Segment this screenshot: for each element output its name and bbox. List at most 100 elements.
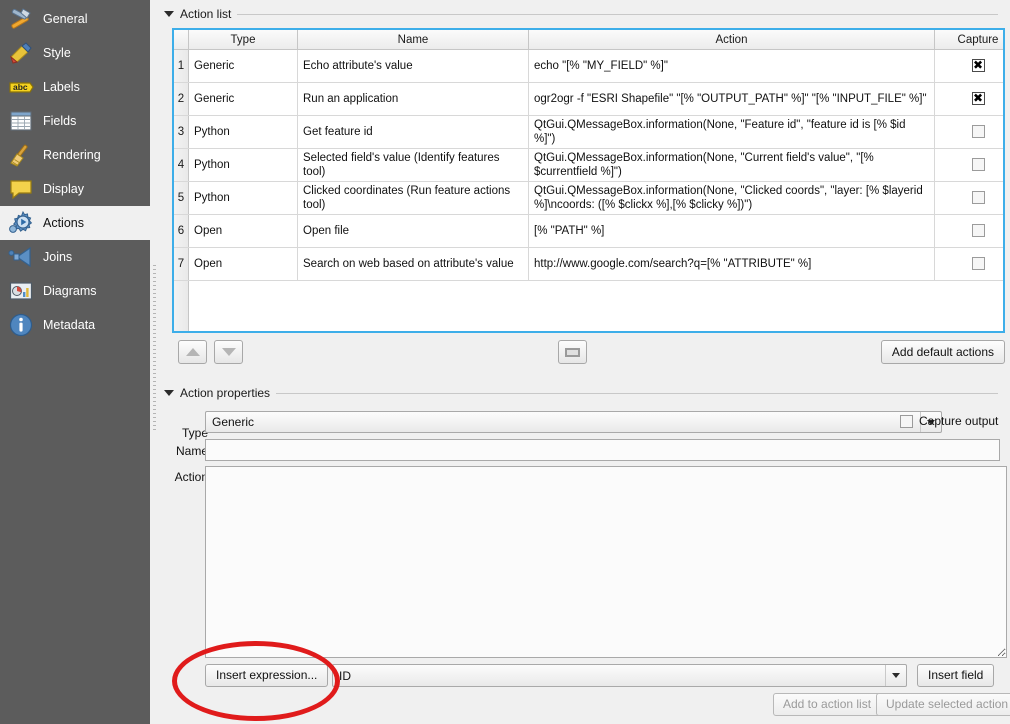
cell-name: Search on web based on attribute's value bbox=[297, 247, 529, 281]
chevron-down-icon[interactable] bbox=[885, 665, 906, 686]
table-row[interactable]: 4 Python Selected field's value (Identif… bbox=[174, 148, 1003, 182]
cell-name: Selected field's value (Identify feature… bbox=[297, 148, 529, 182]
action-label: Action bbox=[174, 470, 208, 484]
column-header-index bbox=[174, 30, 189, 50]
table-row[interactable]: 1 Generic Echo attribute's value echo "[… bbox=[174, 49, 1003, 83]
cell-type: Python bbox=[188, 148, 298, 182]
table-row[interactable]: 2 Generic Run an application ogr2ogr -f … bbox=[174, 82, 1003, 116]
capture-output-checkbox[interactable] bbox=[900, 414, 913, 428]
hammer-icon bbox=[11, 8, 31, 29]
name-input[interactable] bbox=[205, 439, 1000, 461]
sidebar-item-style[interactable]: Style bbox=[0, 36, 150, 70]
cell-capture[interactable] bbox=[934, 181, 1003, 215]
row-index: 5 bbox=[174, 181, 189, 215]
cell-capture[interactable] bbox=[934, 247, 1003, 281]
cell-name: Echo attribute's value bbox=[297, 49, 529, 83]
sidebar-item-label: Style bbox=[43, 46, 71, 60]
capture-checkbox[interactable] bbox=[971, 91, 985, 106]
capture-output-row[interactable]: Capture output bbox=[900, 414, 998, 428]
cell-name: Clicked coordinates (Run feature actions… bbox=[297, 181, 529, 215]
sidebar-item-label: Actions bbox=[43, 216, 84, 230]
table-row[interactable]: 3 Python Get feature id QtGui.QMessageBo… bbox=[174, 115, 1003, 149]
move-down-button[interactable] bbox=[214, 340, 243, 364]
sidebar-item-labels[interactable]: abc Labels bbox=[0, 70, 150, 104]
speech-bubble-icon bbox=[10, 180, 32, 200]
cell-action: ogr2ogr -f "ESRI Shapefile" "[% "OUTPUT_… bbox=[528, 82, 935, 116]
update-selected-action-button[interactable]: Update selected action bbox=[876, 693, 1010, 716]
cell-capture[interactable] bbox=[934, 82, 1003, 116]
cell-name: Get feature id bbox=[297, 115, 529, 149]
cell-type: Python bbox=[188, 115, 298, 149]
sidebar-item-label: Rendering bbox=[43, 148, 101, 162]
cell-capture[interactable] bbox=[934, 49, 1003, 83]
sidebar-item-fields[interactable]: Fields bbox=[0, 104, 150, 138]
group-divider bbox=[237, 13, 998, 15]
type-select[interactable]: Generic bbox=[205, 411, 942, 433]
field-select[interactable]: ID bbox=[332, 664, 907, 687]
sidebar-item-display[interactable]: Display bbox=[0, 172, 150, 206]
sidebar-item-label: Fields bbox=[43, 114, 77, 128]
table-row[interactable]: 5 Python Clicked coordinates (Run featur… bbox=[174, 181, 1003, 215]
cell-capture[interactable] bbox=[934, 214, 1003, 248]
column-header-name[interactable]: Name bbox=[297, 30, 529, 50]
table-row[interactable]: 6 Open Open file [% "PATH" %] bbox=[174, 214, 1003, 248]
cell-capture[interactable] bbox=[934, 115, 1003, 149]
action-textarea[interactable] bbox=[205, 466, 1007, 658]
cell-name: Run an application bbox=[297, 82, 529, 116]
move-up-icon bbox=[185, 348, 200, 356]
row-index: 7 bbox=[174, 247, 189, 281]
capture-checkbox[interactable] bbox=[971, 224, 985, 238]
row-index: 6 bbox=[174, 214, 189, 248]
insert-field-button[interactable]: Insert field bbox=[917, 664, 995, 687]
sidebar-item-metadata[interactable]: Metadata bbox=[0, 308, 150, 342]
cell-type: Generic bbox=[188, 49, 298, 83]
chart-icon bbox=[9, 282, 33, 300]
insert-expression-button[interactable]: Insert expression... bbox=[205, 664, 329, 687]
sidebar-item-actions[interactable]: Actions bbox=[0, 206, 150, 240]
actions-panel: Action list Type Name Action Capture 1 G… bbox=[160, 0, 1010, 724]
action-list-group-header: Action list bbox=[162, 5, 1010, 23]
capture-checkbox[interactable] bbox=[971, 257, 985, 271]
row-index: 2 bbox=[174, 82, 189, 116]
action-properties-title: Action properties bbox=[180, 386, 271, 400]
sidebar-item-general[interactable]: General bbox=[0, 2, 150, 36]
capture-checkbox[interactable] bbox=[971, 191, 985, 205]
add-default-actions-button[interactable]: Add default actions bbox=[880, 340, 1005, 364]
edit-icon bbox=[565, 347, 580, 357]
table-row[interactable]: 7 Open Search on web based on attribute'… bbox=[174, 247, 1003, 281]
capture-checkbox[interactable] bbox=[971, 125, 985, 139]
sidebar-item-rendering[interactable]: Rendering bbox=[0, 138, 150, 172]
column-header-type[interactable]: Type bbox=[188, 30, 298, 50]
cell-action: [% "PATH" %] bbox=[528, 214, 935, 248]
sidebar-item-diagrams[interactable]: Diagrams bbox=[0, 274, 150, 308]
column-header-capture[interactable]: Capture bbox=[934, 30, 1003, 50]
capture-output-label: Capture output bbox=[919, 414, 999, 428]
move-up-button[interactable] bbox=[178, 340, 207, 364]
gear-play-icon bbox=[9, 210, 33, 233]
action-properties-group-header: Action properties bbox=[162, 384, 1010, 402]
edit-action-button[interactable] bbox=[558, 340, 587, 364]
capture-checkbox[interactable] bbox=[971, 58, 985, 73]
cell-capture[interactable] bbox=[934, 148, 1003, 182]
action-list-table[interactable]: Type Name Action Capture 1 Generic Echo … bbox=[172, 28, 1005, 333]
collapse-triangle-icon[interactable] bbox=[164, 390, 174, 396]
cell-type: Python bbox=[188, 181, 298, 215]
splitter-grip[interactable] bbox=[153, 265, 156, 430]
sidebar-item-label: Metadata bbox=[43, 318, 96, 332]
table-empty-area bbox=[174, 280, 1003, 331]
panel-splitter[interactable] bbox=[150, 0, 160, 724]
cell-type: Open bbox=[188, 247, 298, 281]
info-icon bbox=[9, 313, 33, 337]
group-divider bbox=[276, 392, 998, 394]
sidebar-item-joins[interactable]: Joins bbox=[0, 240, 150, 274]
add-to-action-list-button[interactable]: Add to action list bbox=[773, 693, 882, 716]
sidebar-item-label: Labels bbox=[43, 80, 80, 94]
cell-action: http://www.google.com/search?q=[% "ATTRI… bbox=[528, 247, 935, 281]
capture-checkbox[interactable] bbox=[971, 158, 985, 172]
move-down-icon bbox=[221, 348, 236, 356]
sidebar-item-label: Diagrams bbox=[43, 284, 97, 298]
sidebar-item-label: Display bbox=[43, 182, 84, 196]
collapse-triangle-icon[interactable] bbox=[164, 11, 174, 17]
column-header-action[interactable]: Action bbox=[528, 30, 935, 50]
action-list-toolbar: Add default actions bbox=[172, 340, 1005, 366]
